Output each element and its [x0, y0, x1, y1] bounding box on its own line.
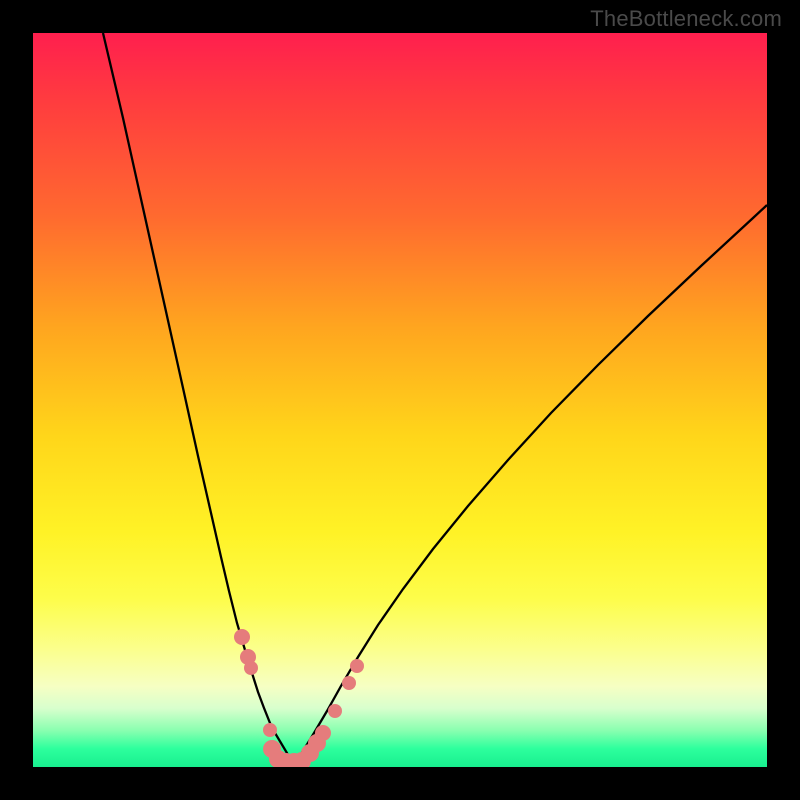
- data-dot: [244, 661, 258, 675]
- chart-container: TheBottleneck.com: [0, 0, 800, 800]
- watermark-text: TheBottleneck.com: [590, 6, 782, 32]
- data-dot: [350, 659, 364, 673]
- data-dot: [342, 676, 356, 690]
- data-dot: [263, 723, 277, 737]
- left-curve-path: [103, 33, 293, 765]
- data-dot: [315, 725, 331, 741]
- chart-svg: [33, 33, 767, 767]
- data-dots: [234, 629, 364, 767]
- data-dot: [234, 629, 250, 645]
- data-dot: [328, 704, 342, 718]
- plot-area: [33, 33, 767, 767]
- right-curve-path: [293, 205, 767, 765]
